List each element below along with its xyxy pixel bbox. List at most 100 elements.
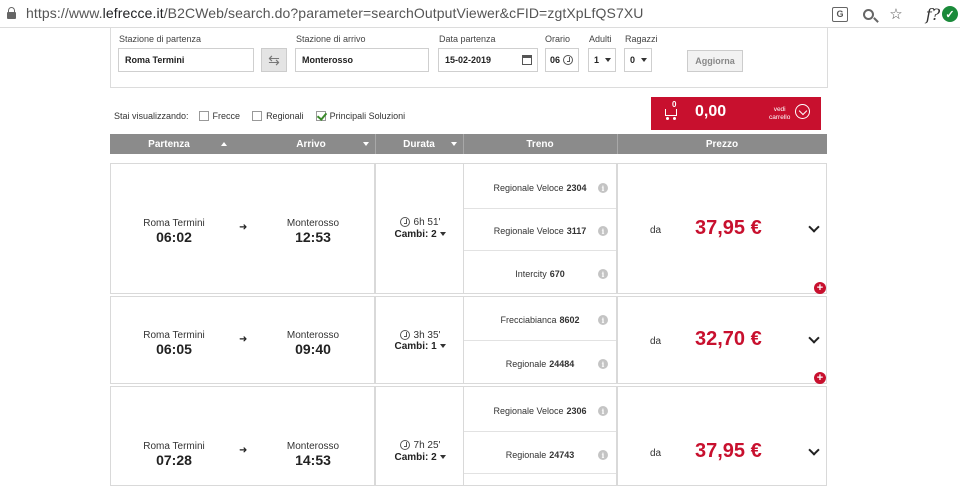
info-icon[interactable]: i — [598, 406, 608, 416]
clock-icon — [399, 217, 410, 228]
duration: 3h 35' — [376, 330, 464, 341]
children-select[interactable]: 0 — [624, 48, 652, 72]
departure-station: Roma Termini — [143, 330, 205, 341]
changes-toggle[interactable]: Cambi: 1 — [376, 341, 464, 352]
filter-regionali[interactable]: Regionali — [252, 111, 304, 121]
arrival-station: Monterosso — [286, 441, 340, 452]
chevron-down-icon — [641, 58, 648, 62]
train-item[interactable]: Frecciabianca 8602 — [464, 305, 616, 335]
departure-label: Stazione di partenza — [119, 34, 202, 44]
train-item[interactable]: Regionale Veloce 3117 — [464, 216, 616, 246]
adults-value: 1 — [594, 55, 600, 65]
lock-icon[interactable] — [7, 7, 16, 19]
info-icon[interactable]: i — [598, 359, 608, 369]
calendar-icon[interactable] — [522, 55, 532, 65]
cart-label: vedi carrello — [769, 106, 791, 121]
url-scheme: https://www. — [26, 5, 103, 21]
children-value: 0 — [630, 55, 636, 65]
departure-time: 06:02 — [156, 229, 192, 245]
train-item[interactable]: Regionale 24743 — [464, 440, 616, 470]
sort-desc-icon[interactable] — [363, 142, 369, 146]
cart-icon — [663, 106, 679, 120]
address-bar[interactable]: https://www.lefrecce.it/B2CWeb/search.do… — [26, 5, 643, 21]
price-cell[interactable]: da 37,95 € — [617, 386, 827, 486]
header-duration[interactable]: Durata — [375, 134, 463, 154]
departure-field[interactable]: Roma Termini — [118, 48, 254, 72]
sort-desc-icon[interactable] — [451, 142, 457, 146]
route-cell: Roma Termini 07:28 ➜ Monterosso 14:53 — [110, 386, 375, 486]
arrival-field[interactable]: Monterosso — [295, 48, 429, 72]
cart-count: 0 — [672, 100, 677, 109]
info-icon[interactable]: i — [598, 226, 608, 236]
changes-toggle[interactable]: Cambi: 2 — [376, 452, 464, 463]
arrival-station: Monterosso — [286, 330, 340, 341]
checkbox-frecce[interactable] — [198, 111, 209, 121]
train-item[interactable]: Regionale 24484 — [464, 349, 616, 379]
price-prefix: da — [650, 336, 662, 347]
table-row[interactable]: Roma Termini 06:02 ➜ Monterosso 12:53 6h… — [110, 163, 827, 294]
translate-icon[interactable]: G — [830, 4, 850, 24]
header-arrival[interactable]: Arrivo — [248, 134, 374, 154]
time-value: 06 — [550, 55, 561, 65]
extension-check-icon[interactable]: ✓ — [940, 4, 960, 24]
filter-frecce[interactable]: Frecce — [198, 111, 240, 121]
info-icon[interactable]: i — [598, 183, 608, 193]
adults-select[interactable]: 1 — [588, 48, 616, 72]
chevron-down-icon — [439, 455, 446, 460]
add-icon[interactable]: + — [814, 372, 826, 384]
search-form: Stazione di partenza Roma Termini ⇆ Staz… — [110, 28, 828, 88]
chevron-down-icon[interactable] — [808, 332, 820, 344]
train-item[interactable]: Regionale Veloce 2306 — [464, 396, 616, 426]
price-cell[interactable]: da 37,95 € + — [617, 163, 827, 294]
departure-station: Roma Termini — [143, 218, 205, 229]
arrival-station: Monterosso — [286, 218, 340, 229]
price-prefix: da — [650, 448, 662, 459]
sort-asc-icon[interactable] — [221, 142, 227, 146]
departure-time: 06:05 — [156, 341, 192, 357]
chevron-down-icon — [439, 232, 446, 237]
departure-station: Roma Termini — [143, 441, 205, 452]
browser-toolbar: https://www.lefrecce.it/B2CWeb/search.do… — [0, 0, 960, 28]
price-cell[interactable]: da 32,70 € + — [617, 296, 827, 384]
info-icon[interactable]: i — [598, 315, 608, 325]
train-filters: Stai visualizzando: Frecce Regionali Pri… — [114, 108, 405, 124]
changes-toggle[interactable]: Cambi: 2 — [376, 229, 464, 240]
arrival-label: Stazione di arrivo — [296, 34, 366, 44]
header-departure[interactable]: Partenza — [110, 134, 228, 154]
update-button[interactable]: Aggiorna — [687, 50, 743, 72]
info-icon[interactable]: i — [598, 450, 608, 460]
clock-icon — [399, 330, 410, 341]
price: 37,95 € — [695, 217, 762, 239]
arrow-right-icon: ➜ — [239, 222, 248, 233]
filter-principali-soluzioni[interactable]: Principali Soluzioni — [315, 111, 405, 121]
table-row[interactable]: Roma Termini 07:28 ➜ Monterosso 14:53 7h… — [110, 386, 827, 486]
train-item[interactable]: Intercity 670 — [464, 259, 616, 289]
chevron-down-icon[interactable] — [808, 444, 820, 456]
chevron-down-icon[interactable] — [808, 221, 820, 233]
train-item[interactable]: Regionale Veloce 2304 — [464, 173, 616, 203]
date-label: Data partenza — [439, 34, 496, 44]
time-field[interactable]: 06 — [545, 48, 579, 72]
checkbox-regionali[interactable] — [252, 111, 263, 121]
trains-cell: Regionale Veloce 2304 i Regionale Veloce 3… — [463, 163, 617, 294]
swap-icon: ⇆ — [268, 51, 280, 68]
table-row[interactable]: Roma Termini 06:05 ➜ Monterosso 09:40 3h… — [110, 296, 827, 384]
date-field[interactable]: 15-02-2019 — [438, 48, 538, 72]
duration: 6h 51' — [376, 217, 464, 228]
price-prefix: da — [650, 225, 662, 236]
zoom-icon[interactable] — [858, 4, 878, 24]
route-cell: Roma Termini 06:02 ➜ Monterosso 12:53 — [110, 163, 375, 294]
price: 32,70 € — [695, 328, 762, 350]
url-path: /B2CWeb/search.do?parameter=searchOutput… — [163, 5, 644, 21]
duration: 7h 25' — [376, 440, 464, 451]
clock-icon — [563, 55, 574, 65]
swap-stations-button[interactable]: ⇆ — [261, 48, 287, 72]
cart-button[interactable]: 0 0,00 vedi carrello — [651, 97, 821, 130]
arrow-right-icon: ➜ — [239, 445, 248, 456]
price: 37,95 € — [695, 440, 762, 462]
bookmark-star-icon[interactable]: ☆ — [886, 4, 906, 24]
info-icon[interactable]: i — [598, 269, 608, 279]
checkbox-principali-soluzioni[interactable] — [315, 111, 326, 121]
add-icon[interactable]: + — [814, 282, 826, 294]
chevron-down-circle-icon — [795, 104, 810, 119]
